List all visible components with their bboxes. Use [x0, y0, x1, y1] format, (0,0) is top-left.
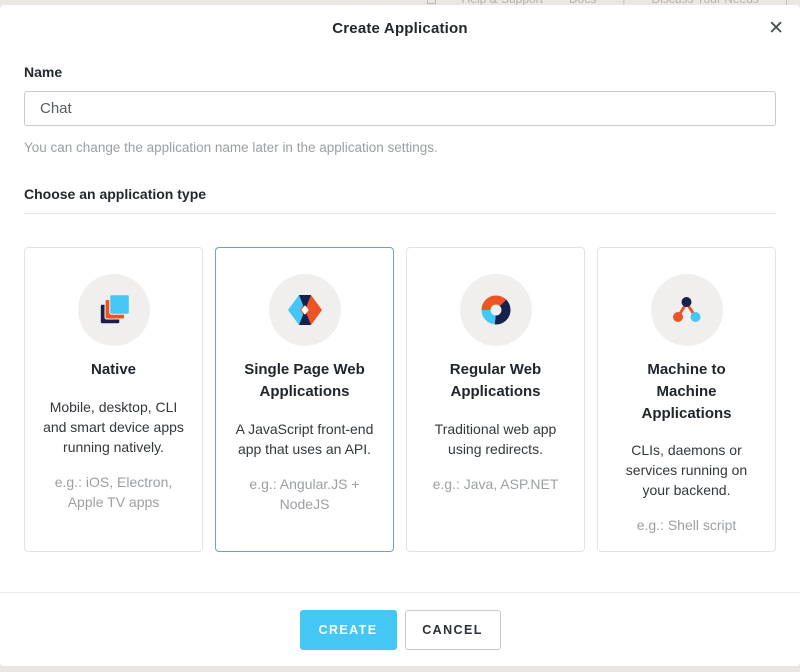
card-description: Mobile, desktop, CLI and smart device ap…	[43, 398, 184, 455]
section-divider	[24, 213, 776, 214]
card-title: Native	[90, 361, 137, 378]
card-title: Single Page Web Applications	[244, 361, 365, 400]
card-machine-to-machine[interactable]: Machine to Machine Applications CLIs, da…	[597, 247, 776, 552]
gem-diamonds-icon	[287, 295, 322, 325]
application-type-heading: Choose an application type	[24, 186, 207, 202]
network-nodes-icon	[672, 297, 700, 322]
card-description: Traditional web app using redirects.	[434, 420, 557, 457]
modal-footer: CREATE CANCEL	[0, 592, 800, 666]
card-example: e.g.: Shell script	[636, 517, 737, 534]
cancel-button[interactable]: CANCEL	[404, 609, 501, 650]
name-label: Name	[24, 64, 63, 80]
create-application-modal: Create Application ✕ Name You can change…	[0, 5, 800, 666]
name-helper-text: You can change the application name late…	[24, 140, 438, 155]
close-icon[interactable]: ✕	[766, 17, 786, 41]
m2m-icon-circle	[650, 274, 723, 346]
card-example: e.g.: iOS, Electron, Apple TV apps	[54, 473, 173, 510]
regular-web-icon-circle	[459, 274, 532, 346]
segmented-ring-icon	[481, 295, 510, 325]
card-regular-web[interactable]: Regular Web Applications Traditional web…	[406, 247, 585, 552]
card-title: Machine to Machine Applications	[641, 361, 732, 422]
application-name-input[interactable]	[24, 91, 776, 126]
topbar-icon	[426, 0, 436, 4]
create-button[interactable]: CREATE	[299, 609, 397, 650]
modal-content: Name You can change the application name…	[0, 64, 800, 552]
card-description: A JavaScript front-end app that uses an …	[235, 420, 374, 457]
application-type-cards: Native Mobile, desktop, CLI and smart de…	[24, 247, 776, 552]
card-title: Regular Web Applications	[449, 361, 542, 400]
card-description: CLIs, daemons or services running on you…	[625, 442, 748, 499]
card-example: e.g.: Angular.JS + NodeJS	[249, 475, 360, 512]
modal-title: Create Application	[332, 20, 468, 37]
spa-icon-circle	[268, 274, 341, 346]
card-single-page-web[interactable]: Single Page Web Applications A JavaScrip…	[215, 247, 394, 552]
card-native[interactable]: Native Mobile, desktop, CLI and smart de…	[24, 247, 203, 552]
card-example: e.g.: Java, ASP.NET	[432, 475, 559, 492]
native-icon-circle	[77, 274, 150, 346]
layered-squares-icon	[99, 294, 130, 325]
